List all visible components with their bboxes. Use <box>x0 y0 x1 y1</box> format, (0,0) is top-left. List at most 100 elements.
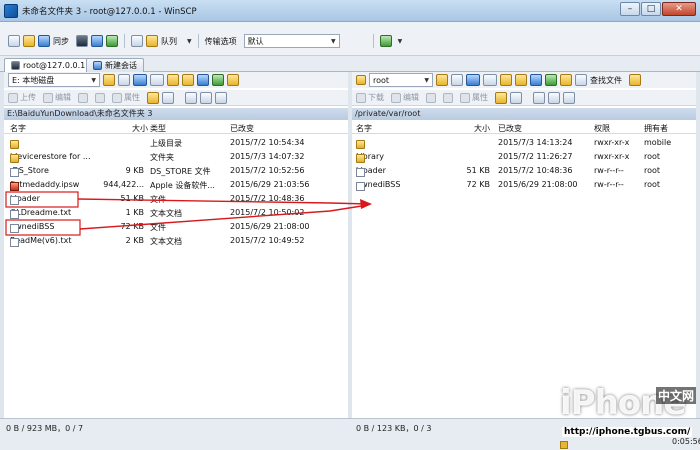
file-owner-text: root <box>644 166 661 175</box>
file-row[interactable]: kloader 51 KB 文件 2015/7/2 10:48:36 <box>4 192 348 206</box>
forward-arrow-icon[interactable] <box>483 74 497 86</box>
refresh-icon[interactable] <box>106 35 118 47</box>
parent-dir-icon[interactable] <box>167 74 179 86</box>
rename-button[interactable] <box>95 92 105 103</box>
file-row[interactable]: .. 上级目录 2015/7/2 10:54:34 <box>4 136 348 150</box>
transfer-settings-select[interactable]: 默认 ▼ <box>243 34 340 48</box>
minimize-button[interactable]: – <box>620 2 640 16</box>
refresh-icon[interactable] <box>545 74 557 86</box>
properties-button[interactable]: 属性 <box>460 92 488 103</box>
download-button[interactable]: 下载 <box>356 92 384 103</box>
col-modified[interactable]: 已改变 <box>230 123 254 134</box>
file-name: pwnediBSS <box>10 222 54 233</box>
tab-session-root[interactable]: root@127.0.0.1 <box>4 58 93 72</box>
compare-dirs-icon[interactable] <box>23 35 35 47</box>
maximize-button[interactable]: □ <box>641 2 661 16</box>
invert-selection-icon[interactable] <box>563 91 575 104</box>
file-type: 上级目录 <box>150 138 182 149</box>
chevron-down-icon[interactable]: ▼ <box>398 38 403 45</box>
file-row[interactable]: ReadMe(v6).txt 2 KB 文本文档 2015/7/2 10:49:52 <box>4 234 348 248</box>
transfer-presets-icon[interactable] <box>379 35 392 47</box>
remote-status: 0 B / 123 KB，0 / 3 <box>356 424 432 433</box>
file-row[interactable]: Library 2015/7/2 11:26:27 rwxr-xr-x root <box>352 150 696 164</box>
terminal-icon[interactable] <box>76 35 88 47</box>
close-button[interactable]: ✕ <box>662 2 696 16</box>
preferences-gear-icon[interactable] <box>131 35 143 47</box>
sync-icon[interactable] <box>38 35 50 47</box>
invert-selection-icon[interactable] <box>215 91 227 104</box>
select-plus-icon[interactable] <box>185 91 197 104</box>
upload-button[interactable]: 上传 <box>8 92 36 103</box>
file-row[interactable]: .DS_Store 9 KB DS_STORE 文件 2015/7/2 10:52:5… <box>4 164 348 178</box>
back-arrow-icon[interactable] <box>133 74 147 86</box>
forward-arrow-icon[interactable] <box>150 74 164 86</box>
putty-icon[interactable] <box>91 35 103 47</box>
sync-button-label[interactable]: 同步 <box>53 36 69 47</box>
queue-icon[interactable] <box>146 35 158 47</box>
file-type-text: 文件 <box>150 223 166 232</box>
file-type: Apple 设备软件... <box>150 180 215 191</box>
folder-icon <box>356 75 366 85</box>
col-name[interactable]: 名字 <box>10 123 26 134</box>
root-dir-icon[interactable] <box>182 74 194 86</box>
refresh-icon[interactable] <box>212 74 224 86</box>
col-size[interactable]: 大小 <box>132 123 148 134</box>
find-files-icon[interactable] <box>575 74 587 86</box>
properties-button[interactable]: 属性 <box>112 92 140 103</box>
filter-icon[interactable] <box>118 74 130 86</box>
col-modified[interactable]: 已改变 <box>498 123 522 134</box>
col-size[interactable]: 大小 <box>474 123 490 134</box>
filter-icon[interactable] <box>451 74 463 86</box>
file-modified: 2015/7/2 10:52:56 <box>230 166 304 175</box>
main-toolbar: 同步 队列 ▼ 传输选项 默认 ▼ ▼ <box>0 22 700 56</box>
col-type[interactable]: 类型 <box>150 123 166 134</box>
new-folder-icon[interactable] <box>495 91 507 104</box>
file-perm: rw-r--r-- <box>594 166 624 175</box>
file-row[interactable]: kloader 51 KB 2015/7/2 10:48:36 rw-r--r-- ro… <box>352 164 696 178</box>
new-folder-icon[interactable] <box>147 91 159 104</box>
edit-button[interactable]: 编辑 <box>391 92 419 103</box>
local-operations-bar: 上传 编辑 属性 <box>4 90 348 106</box>
delete-button[interactable] <box>426 92 436 103</box>
file-row[interactable]: idevicerestore for ... 文件夹 2015/7/3 14:07:… <box>4 150 348 164</box>
sync-browsing-icon[interactable] <box>629 74 641 86</box>
queue-button-label[interactable]: 队列 <box>161 36 177 47</box>
remote-dir-select[interactable]: root ▼ <box>369 73 433 87</box>
select-minus-icon[interactable] <box>200 91 212 104</box>
edit-button[interactable]: 编辑 <box>43 92 71 103</box>
copy-icon[interactable] <box>510 91 522 104</box>
root-dir-icon[interactable] <box>515 74 527 86</box>
back-arrow-icon[interactable] <box>466 74 480 86</box>
rename-button[interactable] <box>443 92 453 103</box>
col-permissions[interactable]: 权限 <box>594 123 610 134</box>
open-folder-icon[interactable] <box>103 74 115 86</box>
col-name[interactable]: 名字 <box>356 123 372 134</box>
session-tab-bar: root@127.0.0.1 新建会话 <box>0 56 700 72</box>
tab-new-session[interactable]: 新建会话 <box>86 58 144 72</box>
select-minus-icon[interactable] <box>548 91 560 104</box>
home-icon[interactable] <box>197 74 209 86</box>
local-view-icon[interactable] <box>8 35 20 47</box>
file-row[interactable]: pwnediBSS 72 KB 2015/6/29 21:08:00 rw-r--r-… <box>352 178 696 192</box>
file-row[interactable]: OLDreadme.txt 1 KB 文本文档 2015/7/2 10:50:02 <box>4 206 348 220</box>
home-icon[interactable] <box>530 74 542 86</box>
monitor-icon <box>11 61 20 70</box>
bookmark-icon[interactable] <box>227 74 239 86</box>
file-row[interactable]: fistmedaddy.ipsw 944,422... Apple 设备软件... 2… <box>4 178 348 192</box>
open-folder-icon[interactable] <box>436 74 448 86</box>
bookmark-icon[interactable] <box>560 74 572 86</box>
col-owner[interactable]: 拥有者 <box>644 123 668 134</box>
site-watermark: iPhone 中文网 http://iphone.tgbus.com/ <box>536 383 698 443</box>
chevron-down-icon[interactable]: ▼ <box>187 38 192 45</box>
file-modified: 2015/7/2 10:54:34 <box>230 138 304 147</box>
file-row[interactable]: .. 2015/7/3 14:13:24 rwxr-xr-x mobile <box>352 136 696 150</box>
local-panel: E: 本地磁盘 ▼ 上传 编辑 属性 E:\BaiduYunDownload\未… <box>4 72 348 418</box>
file-modified: 2015/7/2 10:49:52 <box>230 236 304 245</box>
local-drive-select[interactable]: E: 本地磁盘 ▼ <box>8 73 100 87</box>
copy-icon[interactable] <box>162 91 174 104</box>
select-plus-icon[interactable] <box>533 91 545 104</box>
parent-dir-icon[interactable] <box>500 74 512 86</box>
find-files-label[interactable]: 查找文件 <box>590 75 622 86</box>
file-row[interactable]: pwnediBSS 72 KB 文件 2015/6/29 21:08:00 <box>4 220 348 234</box>
delete-button[interactable] <box>78 92 88 103</box>
